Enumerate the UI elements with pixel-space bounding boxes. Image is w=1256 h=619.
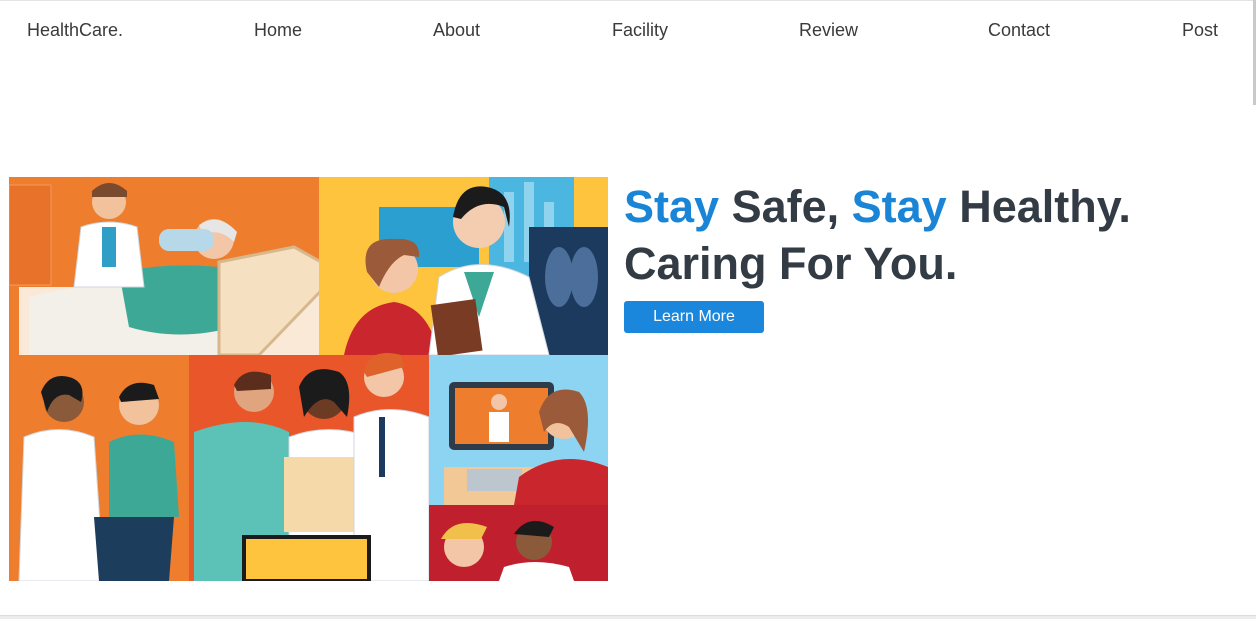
headline-accent-stay-1: Stay xyxy=(624,181,720,232)
headline-text-safe: Safe, xyxy=(719,181,852,232)
hero-illustration xyxy=(9,177,608,581)
nav-link-about[interactable]: About xyxy=(433,20,480,41)
nav-link-review[interactable]: Review xyxy=(799,20,858,41)
nav-link-facility[interactable]: Facility xyxy=(612,20,668,41)
headline-line-2: Caring For You. xyxy=(624,238,958,289)
headline-text-healthy: Healthy. xyxy=(946,181,1131,232)
learn-more-button[interactable]: Learn More xyxy=(624,301,764,333)
nav-link-home[interactable]: Home xyxy=(254,20,302,41)
top-navigation: HealthCare. Home About Facility Review C… xyxy=(0,0,1256,62)
nav-link-post[interactable]: Post xyxy=(1182,20,1218,41)
window-bottom-border xyxy=(0,615,1256,619)
brand-logo-link[interactable]: HealthCare. xyxy=(27,20,123,41)
nav-link-contact[interactable]: Contact xyxy=(988,20,1050,41)
hero-headline: Stay Safe, Stay Healthy. Caring For You. xyxy=(624,178,1131,292)
headline-accent-stay-2: Stay xyxy=(851,181,947,232)
